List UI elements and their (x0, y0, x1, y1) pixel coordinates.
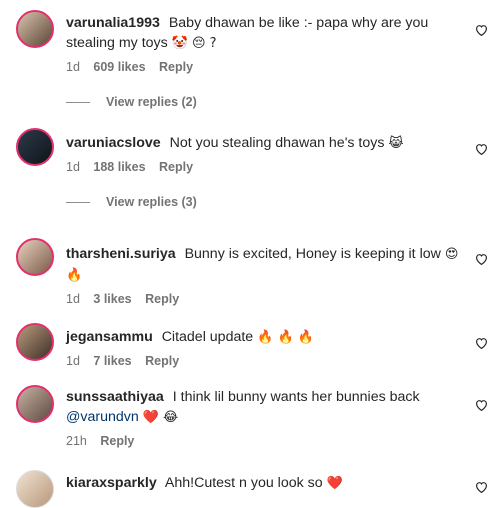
comment-time: 1d (66, 160, 80, 174)
comment-time: 21h (66, 434, 87, 448)
heart-outline-icon[interactable] (474, 336, 488, 350)
heart-outline-icon[interactable] (474, 480, 488, 494)
comment-text: I think lil bunny wants her bunnies back (172, 389, 420, 405)
comment-emojis: 😹 (388, 136, 404, 151)
reply-button[interactable]: Reply (159, 160, 193, 174)
comment-time: 1d (66, 60, 80, 74)
comment-emojis: 🔥 🔥 🔥 (257, 330, 314, 345)
reply-button[interactable]: Reply (145, 354, 179, 368)
view-replies-button[interactable]: View replies (2) (66, 95, 197, 109)
divider-line (66, 101, 90, 103)
comment-likes[interactable]: 188 likes (93, 160, 145, 174)
comment-emojis: 🤡 😔 ? (171, 36, 217, 51)
comment-emojis: ❤️ (326, 476, 343, 491)
heart-outline-icon[interactable] (474, 398, 488, 412)
reply-button[interactable]: Reply (159, 60, 193, 74)
comment-emojis: ❤️ 😂 (142, 410, 179, 425)
heart-outline-icon[interactable] (474, 142, 488, 156)
comment-username[interactable]: kiaraxsparkly (66, 475, 157, 491)
view-replies-label[interactable]: View replies (3) (106, 195, 197, 209)
comment-meta: 1d 7 likes Reply (66, 354, 460, 368)
avatar[interactable] (16, 128, 54, 166)
comment-username[interactable]: jegansammu (66, 329, 153, 345)
heart-outline-icon[interactable] (474, 252, 488, 266)
mention-link[interactable]: @varundvn (66, 409, 139, 425)
comment-meta: 1d 609 likes Reply (66, 60, 460, 74)
comment-likes[interactable]: 609 likes (93, 60, 145, 74)
view-replies-label[interactable]: View replies (2) (106, 95, 197, 109)
comment-time: 1d (66, 354, 80, 368)
view-replies-button[interactable]: View replies (3) (66, 195, 197, 209)
heart-outline-icon[interactable] (474, 23, 488, 37)
reply-button[interactable]: Reply (145, 292, 179, 306)
avatar[interactable] (16, 238, 54, 276)
comment-username[interactable]: varuniacslove (66, 135, 161, 151)
comment-username[interactable]: varunalia1993 (66, 15, 160, 31)
avatar[interactable] (16, 470, 54, 508)
comment-text: Ahh!Cutest n you look so (164, 475, 323, 491)
comment-username[interactable]: sunssaathiyaa (66, 389, 164, 405)
comment-text: Citadel update (161, 329, 254, 345)
reply-button[interactable]: Reply (100, 434, 134, 448)
comment-username[interactable]: tharsheni.suriya (66, 246, 176, 262)
comment-likes[interactable]: 7 likes (93, 354, 131, 368)
comment-text: Not you stealing dhawan he's toys (169, 135, 385, 151)
comment-meta: 1d 3 likes Reply (66, 292, 460, 306)
divider-line (66, 201, 90, 203)
comment-text: Bunny is excited, Honey is keeping it lo… (184, 246, 441, 262)
avatar[interactable] (16, 323, 54, 361)
comment-meta: 21h Reply (66, 434, 460, 448)
comment-time: 1d (66, 292, 80, 306)
comment-meta: 1d 188 likes Reply (66, 160, 460, 174)
avatar[interactable] (16, 10, 54, 48)
avatar[interactable] (16, 385, 54, 423)
comment-likes[interactable]: 3 likes (93, 292, 131, 306)
